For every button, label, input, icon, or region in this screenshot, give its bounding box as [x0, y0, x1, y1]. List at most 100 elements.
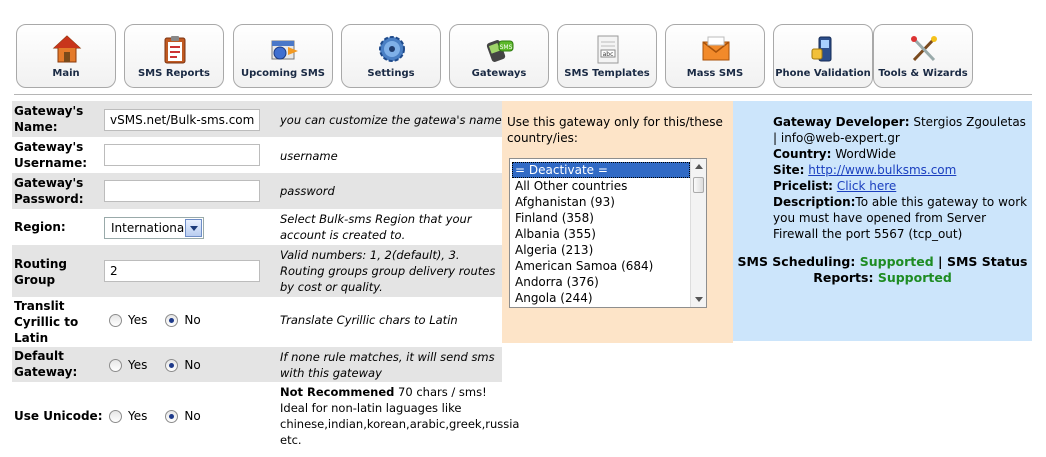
gateway-name-hint: you can customize the gatewa's name [280, 113, 502, 127]
nav-gateways-button[interactable]: SMS Gateways [449, 24, 549, 88]
scroll-down-icon[interactable] [695, 297, 703, 302]
routing-group-hint: Valid numbers: 1, 2(default), 3. Routing… [280, 248, 496, 294]
country-option[interactable]: = Deactivate = [512, 162, 690, 178]
gateway-info-details: Gateway Developer: Stergios Zgouletas | … [773, 114, 1032, 242]
country-option[interactable]: Algeria (213) [512, 242, 690, 258]
country-label: Country: [773, 147, 832, 161]
country-option[interactable]: Angola (244) [512, 290, 690, 306]
dropdown-arrow-icon[interactable] [185, 219, 202, 237]
phone-sms-icon: SMS [486, 40, 514, 62]
use-unicode-hint: Not Recommened 70 chars / sms! Ideal for… [280, 384, 519, 448]
nav-label: Upcoming SMS [240, 68, 326, 79]
tools-icon [911, 36, 937, 62]
gear-icon [379, 36, 405, 62]
nav-label: Main [52, 68, 80, 79]
country-restriction-panel: Use this gateway only for this/these cou… [502, 101, 733, 343]
country-options: = Deactivate = All Other countries Afgha… [512, 162, 690, 306]
country-panel-title: Use this gateway only for this/these cou… [507, 115, 723, 145]
gateway-name-label: Gateway's Name: [14, 104, 84, 134]
country-option[interactable]: American Samoa (684) [512, 258, 690, 274]
gateway-username-input[interactable] [104, 144, 260, 166]
routing-group-row: Routing Group 2 Valid numbers: 1, 2(defa… [12, 245, 502, 297]
unicode-no-radio[interactable] [165, 409, 179, 423]
radio-label: No [184, 313, 201, 327]
mobile-phone-icon [811, 36, 832, 62]
site-link[interactable]: http://www.bulksms.com [808, 163, 956, 177]
developer-label: Gateway Developer: [773, 115, 910, 129]
nav-phone-validation-button[interactable]: Phone Validation [773, 24, 873, 88]
translit-yes-radio[interactable] [109, 313, 122, 327]
gateway-username-row: Gateway's Username: username [12, 137, 502, 173]
country-value: WordWide [835, 147, 897, 161]
capabilities-separator: | [938, 254, 943, 269]
nav-label: Settings [367, 68, 415, 79]
envelope-icon [702, 36, 730, 61]
nav-tools-wizards-button[interactable]: Tools & Wizards [873, 24, 973, 88]
translit-radio-group: Yes No [109, 313, 219, 327]
unicode-warning: Not Recommened [280, 385, 395, 399]
gateway-password-row: Gateway's Password: password [12, 173, 502, 209]
region-row: Region: International Select Bulk-sms Re… [12, 209, 502, 245]
nav-label: Phone Validation [775, 68, 871, 79]
calendar-icon [271, 40, 298, 60]
svg-text:SMS: SMS [500, 44, 513, 51]
default-no-radio[interactable] [165, 358, 179, 372]
nav-label: Mass SMS [686, 68, 744, 79]
gateway-password-input[interactable] [104, 180, 260, 202]
gateway-name-input[interactable]: vSMS.net/Bulk-sms.com [104, 109, 260, 131]
capabilities-summary: SMS Scheduling: Supported | SMS Status R… [733, 254, 1032, 286]
region-label: Region: [14, 220, 66, 234]
use-unicode-label: Use Unicode: [14, 409, 103, 423]
country-option[interactable]: Andorra (376) [512, 274, 690, 290]
translit-hint: Translate Cyrillic chars to Latin [280, 313, 458, 327]
gateway-username-label: Gateway's Username: [14, 140, 88, 170]
translit-no-radio[interactable] [165, 313, 179, 327]
region-select[interactable]: International [104, 217, 204, 239]
nav-sms-reports-button[interactable]: SMS Reports [124, 24, 224, 88]
site-line: Site: http://www.bulksms.com [773, 162, 1032, 178]
use-unicode-radio-group: Yes No [109, 409, 219, 423]
routing-group-input[interactable]: 2 [104, 260, 260, 282]
listbox-scrollbar[interactable] [690, 159, 706, 307]
country-option[interactable]: Albania (355) [512, 226, 690, 242]
country-option[interactable]: Afghanistan (93) [512, 194, 690, 210]
nav-label: Gateways [471, 68, 527, 79]
radio-label: Yes [128, 313, 148, 327]
nav-divider [14, 94, 1032, 95]
country-option[interactable]: Finland (358) [512, 210, 690, 226]
default-gateway-radio-group: Yes No [109, 358, 219, 372]
gateway-name-row: Gateway's Name: vSMS.net/Bulk-sms.com yo… [12, 101, 502, 137]
nav-label: SMS Templates [564, 68, 650, 79]
nav-sms-templates-button[interactable]: abc SMS Templates [557, 24, 657, 88]
developer-line: Gateway Developer: Stergios Zgouletas | … [773, 114, 1032, 146]
country-listbox[interactable]: = Deactivate = All Other countries Afgha… [509, 158, 707, 308]
scheduling-status: Supported [859, 254, 934, 269]
nav-main-button[interactable]: Main [16, 24, 116, 88]
pricelist-label: Pricelist: [773, 179, 833, 193]
gateway-info-panel: Gateway Developer: Stergios Zgouletas | … [733, 101, 1032, 341]
scroll-thumb[interactable] [693, 177, 704, 193]
use-unicode-row: Use Unicode: Yes No Not Recommened 70 ch… [12, 382, 519, 452]
default-gateway-hint: If none rule matches, it will send sms w… [280, 350, 495, 380]
pricelist-line: Pricelist: Click here [773, 178, 1032, 194]
default-yes-radio[interactable] [109, 358, 122, 372]
nav-settings-button[interactable]: Settings [341, 24, 441, 88]
description-line: Description:To able this gateway to work… [773, 194, 1032, 242]
nav-mass-sms-button[interactable]: Mass SMS [665, 24, 765, 88]
clipboard-icon [164, 36, 186, 64]
description-label: Description: [773, 195, 856, 209]
gateway-password-hint: password [280, 184, 335, 198]
country-line: Country: WordWide [773, 146, 1032, 162]
gateway-password-label: Gateway's Password: [14, 176, 84, 206]
routing-group-label: Routing Group [14, 257, 68, 287]
pricelist-link[interactable]: Click here [837, 179, 896, 193]
country-option[interactable]: All Other countries [512, 178, 690, 194]
scroll-up-icon[interactable] [695, 164, 703, 169]
translit-row: Translit Cyrillic to Latin Yes No Transl… [12, 297, 502, 347]
status-reports-status: Supported [877, 270, 952, 285]
gateway-settings-form: Gateway's Name: vSMS.net/Bulk-sms.com yo… [12, 101, 519, 452]
gateway-username-hint: username [280, 149, 338, 163]
unicode-yes-radio[interactable] [109, 409, 122, 423]
nav-label: SMS Reports [137, 68, 210, 79]
nav-upcoming-sms-button[interactable]: Upcoming SMS [233, 24, 333, 88]
